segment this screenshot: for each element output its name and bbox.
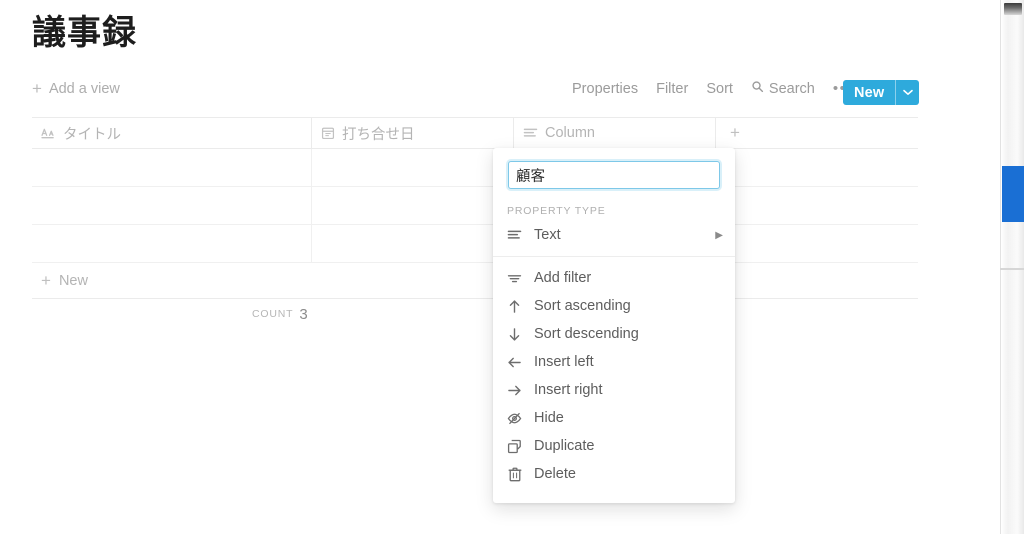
table-cell-date[interactable] bbox=[312, 149, 514, 187]
menu-item-add-filter[interactable]: Add filter bbox=[493, 264, 735, 292]
new-button[interactable]: New bbox=[843, 80, 895, 105]
add-column-button[interactable]: + bbox=[716, 117, 756, 149]
column-options-popup: PROPERTY TYPE Text ▶ Add filt bbox=[493, 148, 735, 503]
property-name-input[interactable] bbox=[508, 161, 720, 189]
column-header-date[interactable]: 打ち合せ日 bbox=[312, 117, 514, 149]
sort-button[interactable]: Sort bbox=[706, 81, 733, 97]
new-row-button[interactable]: + New bbox=[32, 263, 918, 299]
menu-item-label: Hide bbox=[534, 410, 564, 426]
calendar-icon bbox=[321, 126, 335, 140]
property-type-label: Text bbox=[534, 227, 561, 243]
edge-seam bbox=[1000, 268, 1024, 270]
duplicate-icon bbox=[507, 439, 522, 454]
add-view-button[interactable]: + Add a view bbox=[32, 80, 120, 97]
table-cell-date[interactable] bbox=[312, 187, 514, 225]
menu-item-label: Insert left bbox=[534, 354, 594, 370]
count-footer[interactable]: COUNT 3 bbox=[32, 299, 918, 329]
table-cell-title[interactable] bbox=[32, 149, 312, 187]
table-row[interactable] bbox=[32, 225, 918, 263]
notion-database-page: 議事録 + Add a view Properties Filter Sort … bbox=[0, 0, 1024, 534]
menu-item-hide[interactable]: Hide bbox=[493, 404, 735, 432]
filter-icon bbox=[507, 273, 522, 284]
menu-divider bbox=[493, 256, 735, 257]
text-title-icon bbox=[41, 127, 56, 139]
column-header-column[interactable]: Column bbox=[514, 117, 716, 149]
new-button-group[interactable]: New bbox=[843, 80, 920, 105]
menu-item-insert-left[interactable]: Insert left bbox=[493, 348, 735, 376]
properties-button[interactable]: Properties bbox=[572, 81, 638, 97]
plus-icon: + bbox=[41, 270, 51, 290]
chevron-right-icon: ▶ bbox=[715, 229, 723, 241]
add-view-label: Add a view bbox=[48, 80, 120, 97]
search-label: Search bbox=[768, 80, 815, 97]
table-cell-date[interactable] bbox=[312, 225, 514, 263]
menu-item-sort-descending[interactable]: Sort descending bbox=[493, 320, 735, 348]
new-dropdown-button[interactable] bbox=[896, 80, 919, 105]
trash-icon bbox=[507, 467, 522, 482]
menu-item-sort-ascending[interactable]: Sort ascending bbox=[493, 292, 735, 320]
table-cell-title[interactable] bbox=[32, 225, 312, 263]
filter-button[interactable]: Filter bbox=[656, 81, 688, 97]
search-icon bbox=[751, 80, 764, 97]
new-row-label: New bbox=[58, 272, 88, 289]
menu-item-duplicate[interactable]: Duplicate bbox=[493, 432, 735, 460]
property-type-section-label: PROPERTY TYPE bbox=[507, 205, 606, 217]
column-header-date-label: 打ち合せ日 bbox=[342, 126, 415, 143]
menu-item-label: Sort ascending bbox=[534, 298, 631, 314]
page-title: 議事録 bbox=[32, 14, 137, 52]
menu-item-label: Insert right bbox=[534, 382, 603, 398]
menu-item-insert-right[interactable]: Insert right bbox=[493, 376, 735, 404]
database-table: タイトル 打ち合せ日 Column + + New COUNT 3 bbox=[32, 117, 918, 329]
eye-off-icon bbox=[507, 412, 522, 425]
arrow-right-icon bbox=[507, 384, 522, 397]
table-row[interactable] bbox=[32, 187, 918, 225]
search-button[interactable]: Search bbox=[751, 80, 815, 97]
plus-icon: + bbox=[32, 79, 42, 98]
menu-item-label: Sort descending bbox=[534, 326, 639, 342]
menu-item-label: Duplicate bbox=[534, 438, 595, 454]
table-row[interactable] bbox=[32, 149, 918, 187]
menu-item-label: Delete bbox=[534, 466, 576, 482]
text-lines-icon bbox=[507, 229, 522, 241]
menu-item-label: Add filter bbox=[534, 270, 592, 286]
count-value: 3 bbox=[299, 305, 308, 323]
arrow-down-icon bbox=[507, 327, 522, 342]
property-type-row[interactable]: Text ▶ bbox=[493, 221, 735, 249]
edge-top-bar bbox=[1004, 3, 1022, 15]
menu-item-delete[interactable]: Delete bbox=[493, 460, 735, 488]
table-cell-title[interactable] bbox=[32, 187, 312, 225]
column-header-title-label: タイトル bbox=[63, 126, 121, 143]
arrow-up-icon bbox=[507, 299, 522, 314]
database-toolbar: Properties Filter Sort Search ••• bbox=[572, 80, 853, 97]
text-lines-icon bbox=[523, 127, 538, 139]
edge-highlight-block[interactable] bbox=[1002, 166, 1024, 222]
table-header-row: タイトル 打ち合せ日 Column + bbox=[32, 117, 918, 149]
column-header-title[interactable]: タイトル bbox=[32, 117, 312, 149]
column-header-column-label: Column bbox=[545, 125, 595, 141]
arrow-left-icon bbox=[507, 356, 522, 369]
count-label: COUNT bbox=[252, 308, 294, 320]
right-edge-strip bbox=[1000, 0, 1024, 534]
